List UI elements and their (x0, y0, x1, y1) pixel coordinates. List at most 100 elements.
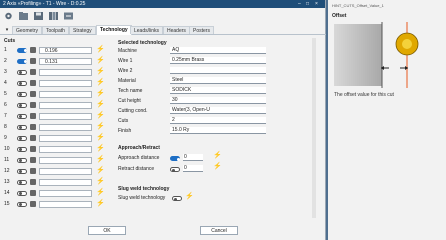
cut-offset-input[interactable] (39, 134, 92, 142)
cut-offset-input[interactable]: 0.196 (39, 46, 92, 54)
lock-icon[interactable] (30, 69, 36, 75)
cut-toggle[interactable] (17, 201, 27, 207)
lock-icon[interactable] (30, 190, 36, 196)
cut-toggle[interactable] (17, 58, 27, 64)
cut-offset-input[interactable] (39, 200, 92, 208)
lock-icon[interactable] (30, 146, 36, 152)
toolbar (0, 9, 326, 23)
lock-icon[interactable] (30, 201, 36, 207)
lock-icon[interactable] (30, 91, 36, 97)
cancel-button[interactable]: Cancel (200, 226, 238, 235)
cut-toggle[interactable] (17, 157, 27, 163)
tab-toolpath[interactable]: Toolpath (42, 26, 69, 34)
cut-row: 3 ⚡ (4, 68, 108, 77)
cut-toggle[interactable] (17, 69, 27, 75)
lightning-icon[interactable]: ⚡ (96, 57, 105, 65)
tab-strategy[interactable]: Strategy (69, 26, 96, 34)
cut-offset-input[interactable] (39, 145, 92, 153)
minimize-icon[interactable]: – (298, 0, 301, 8)
lock-icon[interactable] (30, 124, 36, 130)
chevron-down-icon[interactable]: ▾ (3, 26, 11, 34)
lightning-icon[interactable]: ⚡ (96, 90, 105, 98)
lightning-icon[interactable]: ⚡ (96, 68, 105, 76)
cut-offset-input[interactable] (39, 79, 92, 87)
cut-offset-input[interactable] (39, 68, 92, 76)
cut-toggle[interactable] (17, 168, 27, 174)
lock-icon[interactable] (30, 113, 36, 119)
lightning-icon[interactable]: ⚡ (96, 123, 105, 131)
retract-toggle[interactable] (170, 167, 180, 172)
cut-number: 11 (4, 157, 10, 163)
cut-number: 3 (4, 69, 7, 75)
approach-distance-input[interactable]: 0 (183, 154, 203, 161)
cut-offset-input[interactable] (39, 112, 92, 120)
lock-icon[interactable] (30, 47, 36, 53)
lightning-icon[interactable]: ⚡ (96, 200, 105, 208)
tab-leads-links[interactable]: Leads/links (130, 26, 164, 34)
lightning-icon[interactable]: ⚡ (96, 156, 105, 164)
lightning-icon[interactable]: ⚡ (96, 189, 105, 197)
lightning-icon[interactable]: ⚡ (96, 101, 105, 109)
tab-technology[interactable]: Technology (96, 25, 132, 35)
close-icon[interactable]: × (315, 0, 318, 8)
lightning-icon[interactable]: ⚡ (96, 112, 105, 120)
slug-weld-heading: Slug weld technology (118, 186, 170, 192)
slug-weld-toggle[interactable] (172, 196, 182, 201)
cut-toggle[interactable] (17, 146, 27, 152)
settings-icon[interactable] (3, 11, 14, 21)
cut-toggle[interactable] (17, 124, 27, 130)
lock-icon[interactable] (30, 179, 36, 185)
lightning-icon[interactable]: ⚡ (185, 193, 194, 201)
selected-technology-heading: Selected technology (118, 40, 167, 46)
cut-offset-input[interactable] (39, 178, 92, 186)
cut-offset-input[interactable] (39, 90, 92, 98)
lightning-icon[interactable]: ⚡ (213, 163, 222, 171)
cut-toggle[interactable] (17, 80, 27, 86)
tab-geometry[interactable]: Geometry (12, 26, 42, 34)
cut-offset-input[interactable] (39, 189, 92, 197)
approach-toggle[interactable] (170, 156, 180, 161)
library-icon[interactable] (48, 11, 59, 21)
lightning-icon[interactable]: ⚡ (96, 46, 105, 54)
lightning-icon[interactable]: ⚡ (96, 167, 105, 175)
scrollbar[interactable] (312, 38, 316, 218)
cut-row: 15 ⚡ (4, 200, 108, 209)
cut-offset-input[interactable]: 0.131 (39, 57, 92, 65)
cut-toggle[interactable] (17, 179, 27, 185)
cut-toggle[interactable] (17, 47, 27, 53)
cut-offset-input[interactable] (39, 101, 92, 109)
tech-field-label: Finish (118, 128, 132, 134)
lock-icon[interactable] (30, 135, 36, 141)
lightning-icon[interactable]: ⚡ (96, 178, 105, 186)
lock-icon[interactable] (30, 58, 36, 64)
cut-offset-input[interactable] (39, 156, 92, 164)
tab-posters[interactable]: Posters (189, 26, 214, 34)
open-icon[interactable] (18, 11, 29, 21)
cut-toggle[interactable] (17, 102, 27, 108)
cut-offset-input[interactable] (39, 167, 92, 175)
cut-toggle[interactable] (17, 135, 27, 141)
lightning-icon[interactable]: ⚡ (213, 152, 222, 160)
lightning-icon[interactable]: ⚡ (96, 79, 105, 87)
ok-button[interactable]: OK (88, 226, 126, 235)
lock-icon[interactable] (30, 168, 36, 174)
lightning-icon[interactable]: ⚡ (96, 134, 105, 142)
reset-icon[interactable] (63, 11, 74, 21)
save-icon[interactable] (33, 11, 44, 21)
lock-icon[interactable] (30, 80, 36, 86)
maximize-icon[interactable]: □ (306, 0, 309, 8)
cut-toggle[interactable] (17, 91, 27, 97)
workpiece-shape (334, 24, 382, 86)
tech-field-value: 30 (170, 97, 266, 104)
tab-headers[interactable]: Headers (163, 26, 190, 34)
cut-number: 12 (4, 168, 10, 174)
tech-field-label: Cutting cond. (118, 108, 148, 114)
lightning-icon[interactable]: ⚡ (96, 145, 105, 153)
lock-icon[interactable] (30, 102, 36, 108)
lock-icon[interactable] (30, 157, 36, 163)
cut-offset-input[interactable] (39, 123, 92, 131)
cut-toggle[interactable] (17, 190, 27, 196)
cut-toggle[interactable] (17, 113, 27, 119)
tech-field-value: 0.25mm Brass (170, 57, 266, 64)
retract-distance-input[interactable]: 0 (183, 165, 203, 172)
